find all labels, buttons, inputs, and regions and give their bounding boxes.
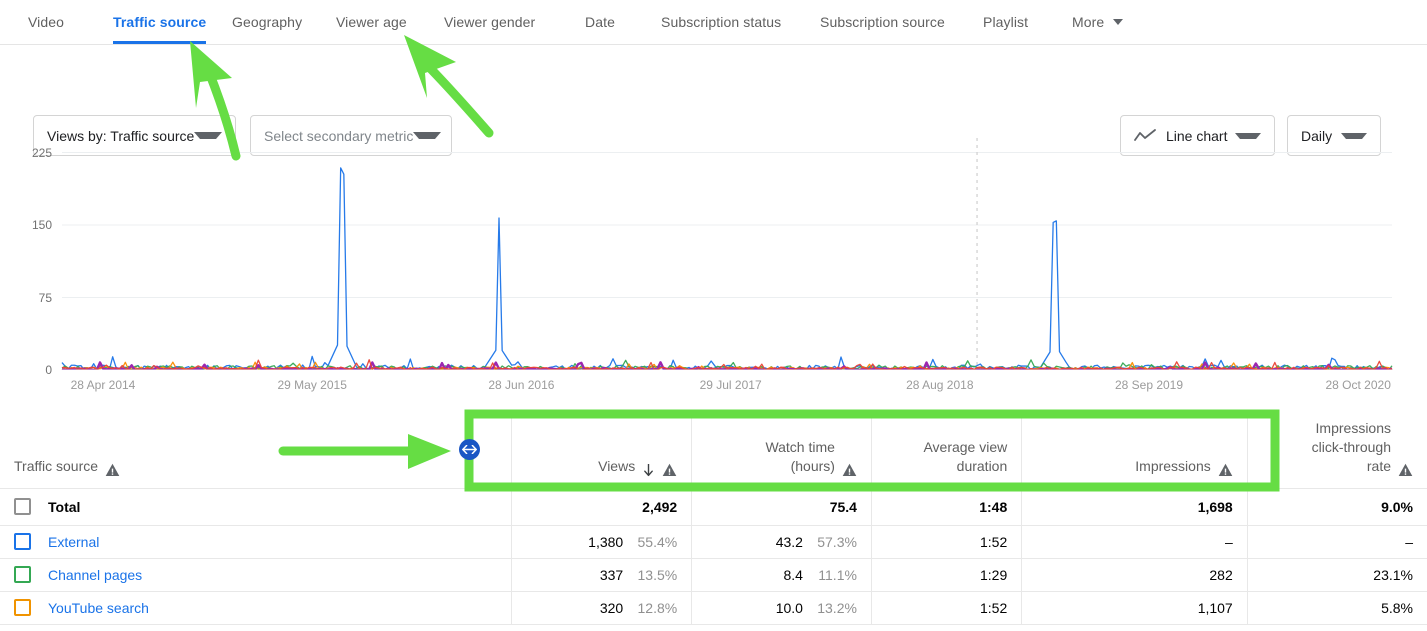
table-row[interactable]: Channel pages 337 13.5% 8.4 11.1% 1:29 282 23.1… (0, 558, 1427, 592)
cell-impressions: 1,107 (1021, 591, 1248, 625)
tab-viewer-gender[interactable]: Viewer gender (444, 0, 535, 44)
column-header-dimension[interactable]: Traffic source (0, 410, 512, 489)
cell-views: 320 12.8% (511, 591, 692, 625)
tab-date[interactable]: Date (585, 0, 615, 44)
cell-impressions: 282 (1021, 558, 1248, 592)
column-header-views[interactable]: Views (511, 410, 692, 489)
tab-label: Video (28, 14, 65, 30)
tab-label: Subscription source (820, 14, 945, 30)
tab-playlist[interactable]: Playlist (983, 0, 1028, 44)
row-checkbox[interactable] (14, 599, 31, 616)
cell-avg-view-duration: 1:52 (870, 591, 1022, 625)
tab-traffic-source[interactable]: Traffic source (113, 0, 207, 44)
table-row[interactable]: External 1,380 55.4% 43.2 57.3% 1:52– – (0, 525, 1427, 559)
tab-label: Traffic source (113, 14, 207, 30)
cell-avg-view-duration: 1:48 (870, 488, 1022, 526)
warning-icon[interactable] (105, 463, 120, 477)
warning-icon[interactable] (662, 463, 677, 477)
tab-subscription-source[interactable]: Subscription source (820, 0, 945, 44)
cell-dimension: Total (0, 488, 512, 526)
tab-label: Viewer age (336, 14, 407, 30)
row-label[interactable]: External (48, 534, 99, 550)
x-axis-tick-label: 28 Aug 2018 (906, 378, 974, 392)
analytics-tab-bar: Video Traffic source Geography Viewer age Vi… (0, 0, 1427, 45)
cell-views: 337 13.5% (511, 558, 692, 592)
table-total-row[interactable]: Total 2,492 75.4 1:48 1,698 9.0% (0, 488, 1427, 526)
x-axis-tick-label: 28 Sep 2019 (1114, 378, 1184, 392)
traffic-source-table: Traffic source Views Watch time (hours) Aver… (0, 410, 1427, 625)
cell-ctr: – (1246, 525, 1427, 559)
chevron-down-icon (1113, 19, 1124, 26)
tab-label: Geography (232, 14, 303, 30)
tab-label: More (1072, 14, 1105, 30)
cell-watch-time: 8.4 11.1% (691, 558, 872, 592)
tab-more[interactable]: More (1072, 0, 1124, 44)
cell-ctr: 5.8% (1246, 591, 1427, 625)
cell-dimension: External (0, 525, 512, 559)
tab-viewer-age[interactable]: Viewer age (336, 0, 407, 44)
cell-watch-time: 43.2 57.3% (691, 525, 872, 559)
cell-avg-view-duration: 1:52 (870, 525, 1022, 559)
chart-toolbar: Views by: Traffic source Select secondar… (0, 45, 1427, 156)
row-label[interactable]: Channel pages (48, 567, 142, 583)
cell-watch-time: 10.0 13.2% (691, 591, 872, 625)
x-axis-tick-label: 29 Jul 2017 (699, 378, 762, 392)
column-header-label: Average view duration (923, 438, 1008, 474)
row-checkbox[interactable] (14, 566, 31, 583)
row-label: Total (48, 498, 81, 515)
column-header-watch_time[interactable]: Watch time (hours) (691, 410, 872, 489)
cell-dimension: Channel pages (0, 558, 512, 592)
views-time-series-chart: 0 75 150 225 28 Apr 2014 29 May 2015 28 Jun 2… (0, 130, 1427, 405)
column-header-label: Traffic source (14, 457, 99, 474)
tab-label: Date (585, 14, 615, 30)
row-label[interactable]: YouTube search (48, 600, 149, 616)
warning-icon[interactable] (842, 463, 857, 477)
cell-impressions: – (1021, 525, 1248, 559)
x-axis-tick-label: 28 Oct 2020 (1325, 378, 1391, 392)
warning-icon[interactable] (1218, 463, 1233, 477)
column-header-impressions[interactable]: Impressions (1021, 410, 1248, 489)
cell-watch-time: 75.4 (691, 488, 872, 526)
cell-impressions: 1,698 (1021, 488, 1248, 526)
tab-subscription-status[interactable]: Subscription status (661, 0, 781, 44)
table-row[interactable]: YouTube search 320 12.8% 10.0 13.2% 1:52 1,107… (0, 591, 1427, 625)
row-checkbox[interactable] (14, 498, 31, 515)
cell-views: 1,380 55.4% (511, 525, 692, 559)
column-header-label: Impressions click-through rate (1311, 419, 1391, 474)
cell-ctr: 23.1% (1246, 558, 1427, 592)
active-tab-underline (113, 41, 207, 44)
row-checkbox[interactable] (14, 533, 31, 550)
youtube-analytics-page: Video Traffic source Geography Viewer age Vi… (0, 0, 1427, 631)
chart-plot-area (61, 138, 1393, 370)
tab-label: Viewer gender (444, 14, 536, 30)
sort-descending-icon[interactable] (642, 463, 655, 477)
x-axis-tick-label: 28 Jun 2016 (488, 378, 555, 392)
column-header-ctr[interactable]: Impressions click-through rate (1246, 410, 1427, 489)
cell-views: 2,492 (511, 488, 692, 526)
table-header-row: Traffic source Views Watch time (hours) Aver… (0, 410, 1427, 489)
column-resize-handle[interactable] (459, 439, 480, 460)
column-header-avg_view_duration[interactable]: Average view duration (870, 410, 1022, 489)
column-header-label: Watch time (hours) (765, 438, 835, 474)
x-axis-tick-label: 28 Apr 2014 (70, 378, 136, 392)
tab-geography[interactable]: Geography (232, 0, 302, 44)
x-axis-tick-label: 29 May 2015 (277, 378, 347, 392)
tab-video[interactable]: Video (28, 0, 64, 44)
tab-label: Playlist (983, 14, 1029, 30)
cell-dimension: YouTube search (0, 591, 512, 625)
warning-icon[interactable] (1398, 463, 1413, 477)
cell-ctr: 9.0% (1246, 488, 1427, 526)
tab-label: Subscription status (661, 14, 782, 30)
column-header-label: Impressions (1135, 457, 1211, 474)
cell-avg-view-duration: 1:29 (870, 558, 1022, 592)
column-header-label: Views (598, 457, 636, 474)
